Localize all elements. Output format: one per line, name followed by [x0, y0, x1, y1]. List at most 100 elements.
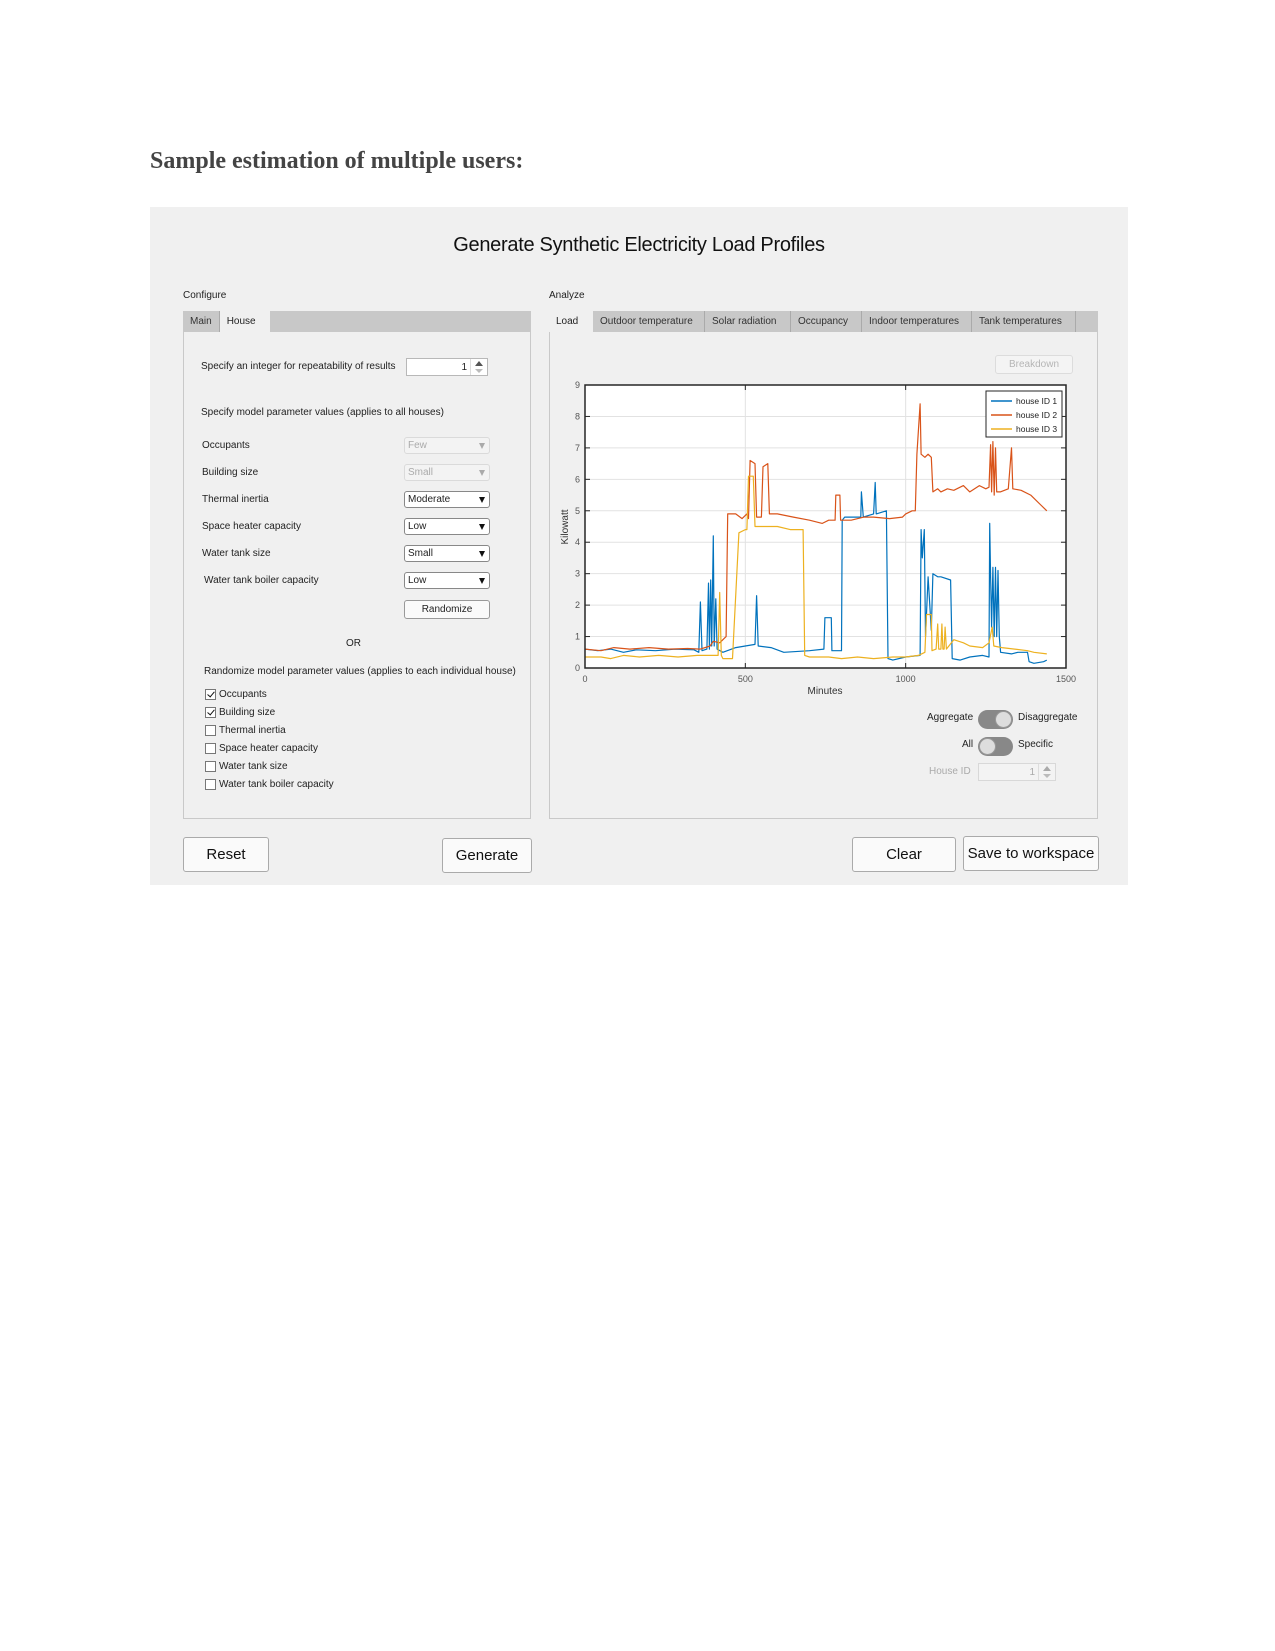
house-id-spinner[interactable]: 1: [978, 763, 1056, 781]
y-tick-label: 0: [575, 663, 580, 673]
randomize-check-thermal-inertia[interactable]: Thermal inertia: [205, 723, 286, 737]
chevron-down-icon: [479, 524, 485, 530]
y-tick-label: 4: [575, 537, 580, 547]
x-tick-label: 1000: [896, 674, 916, 684]
y-tick-label: 5: [575, 506, 580, 516]
tab-main[interactable]: Main: [183, 311, 220, 332]
chevron-down-icon: [479, 578, 485, 584]
randomize-check-boiler[interactable]: Water tank boiler capacity: [205, 777, 334, 791]
chevron-down-icon: [479, 443, 485, 449]
generate-button[interactable]: Generate: [442, 838, 532, 873]
spinner-up-icon[interactable]: [1043, 766, 1051, 771]
seed-spinner[interactable]: 1: [406, 358, 488, 376]
param-label-building-size: Building size: [202, 467, 259, 478]
thermal-inertia-value: Moderate: [408, 494, 451, 505]
house-id-label: House ID: [929, 766, 971, 777]
randomize-heading: Randomize model parameter values (applie…: [204, 666, 516, 677]
occupants-dropdown[interactable]: Few: [404, 437, 490, 454]
checkbox[interactable]: [205, 742, 216, 754]
y-tick-label: 9: [575, 380, 580, 390]
y-tick-label: 3: [575, 569, 580, 579]
load-chart: 01234567890 500 1000 1500 Minutes Kilowatt …: [560, 380, 1076, 697]
clear-button[interactable]: Clear: [852, 837, 956, 872]
building-size-value: Small: [408, 467, 434, 478]
thermal-inertia-dropdown[interactable]: Moderate: [404, 491, 490, 508]
param-label-occupants: Occupants: [202, 440, 250, 451]
param-label-water-tank-size: Water tank size: [202, 548, 271, 559]
boiler-value: Low: [408, 575, 427, 586]
configure-tabstrip: Main House: [183, 311, 531, 332]
tab-occupancy[interactable]: Occupancy: [791, 311, 862, 332]
tab-solar-radiation[interactable]: Solar radiation: [705, 311, 791, 332]
params-heading: Specify model parameter values (applies …: [201, 407, 444, 418]
house-tab-panel: Specify an integer for repeatability of …: [183, 332, 531, 819]
spinner-down-icon[interactable]: [1043, 774, 1051, 778]
y-tick-label: 8: [575, 411, 580, 421]
checkbox[interactable]: [205, 760, 216, 772]
water-tank-size-dropdown[interactable]: Small: [404, 545, 490, 562]
all-label: All: [962, 739, 974, 750]
space-heater-value: Low: [408, 521, 427, 532]
disaggregate-label: Disaggregate: [1018, 712, 1078, 723]
randomize-check-water-tank-size[interactable]: Water tank size: [205, 759, 288, 773]
x-tick-label: 500: [738, 674, 753, 684]
x-tick-label: 0: [582, 674, 587, 684]
tab-load[interactable]: Load: [549, 311, 593, 332]
all-specific-switch[interactable]: [978, 737, 1013, 756]
legend-entry: house ID 1: [1016, 396, 1057, 406]
checkbox-label: Building size: [219, 706, 276, 718]
aggregate-disaggregate-switch[interactable]: [978, 710, 1013, 729]
param-label-space-heater: Space heater capacity: [202, 521, 301, 532]
chevron-down-icon: [479, 551, 485, 557]
analyze-tabstrip: Load Outdoor temperature Solar radiation…: [549, 311, 1098, 332]
checkbox[interactable]: [205, 724, 216, 736]
chart-legend: house ID 1 house ID 2 house ID 3: [985, 390, 1063, 438]
spinner-down-icon[interactable]: [475, 369, 483, 373]
aggregate-label: Aggregate: [927, 712, 974, 723]
y-tick-label: 7: [575, 443, 580, 453]
occupants-value: Few: [408, 440, 427, 451]
randomize-check-space-heater[interactable]: Space heater capacity: [205, 741, 318, 755]
tab-indoor-temperatures[interactable]: Indoor temperatures: [862, 311, 972, 332]
checkbox[interactable]: [205, 688, 216, 700]
building-size-dropdown[interactable]: Small: [404, 464, 490, 481]
water-tank-size-value: Small: [408, 548, 434, 559]
y-tick-label: 2: [575, 600, 580, 610]
boiler-dropdown[interactable]: Low: [404, 572, 490, 589]
tab-tank-temperatures[interactable]: Tank temperatures: [972, 311, 1076, 332]
checkbox[interactable]: [205, 706, 216, 718]
x-tick-label: 1500: [1056, 674, 1076, 684]
param-label-boiler: Water tank boiler capacity: [204, 575, 319, 586]
randomize-check-occupants[interactable]: Occupants: [205, 687, 267, 701]
y-tick-label: 1: [575, 632, 580, 642]
seed-value: 1: [461, 362, 467, 373]
checkbox-label: Water tank size: [219, 760, 288, 772]
checkbox-label: Occupants: [219, 688, 267, 700]
app-title: Generate Synthetic Electricity Load Prof…: [453, 234, 825, 256]
specific-label: Specific: [1018, 739, 1054, 750]
x-axis-label: Minutes: [807, 686, 842, 697]
house-id-value: 1: [1029, 767, 1035, 778]
app-window: Generate Synthetic Electricity Load Prof…: [150, 207, 1128, 885]
checkbox[interactable]: [205, 778, 216, 790]
configure-label: Configure: [183, 290, 227, 301]
space-heater-dropdown[interactable]: Low: [404, 518, 490, 535]
spinner-up-icon[interactable]: [475, 361, 483, 366]
tab-house[interactable]: House: [219, 311, 270, 332]
chevron-down-icon: [479, 470, 485, 476]
y-axis-label: Kilowatt: [560, 509, 571, 544]
randomize-button[interactable]: Randomize: [404, 600, 490, 619]
checkbox-label: Water tank boiler capacity: [219, 778, 334, 790]
load-tab-panel: Breakdown 0 1 2 3 4 5 6 7 8 9 0 500 1000 1500 Minutes…: [549, 332, 1098, 819]
seed-label: Specify an integer for repeatability of …: [201, 361, 396, 372]
or-label: OR: [346, 638, 361, 649]
reset-button[interactable]: Reset: [183, 837, 269, 872]
analyze-label: Analyze: [549, 290, 585, 301]
document-heading: Sample estimation of multiple users:: [150, 148, 524, 174]
legend-entry: house ID 2: [1016, 410, 1057, 420]
checkbox-label: Thermal inertia: [219, 724, 286, 736]
save-to-workspace-button[interactable]: Save to workspace: [963, 836, 1099, 871]
tab-outdoor-temperature[interactable]: Outdoor temperature: [593, 311, 705, 332]
randomize-check-building-size[interactable]: Building size: [205, 705, 275, 719]
switch-knob: [979, 738, 996, 755]
